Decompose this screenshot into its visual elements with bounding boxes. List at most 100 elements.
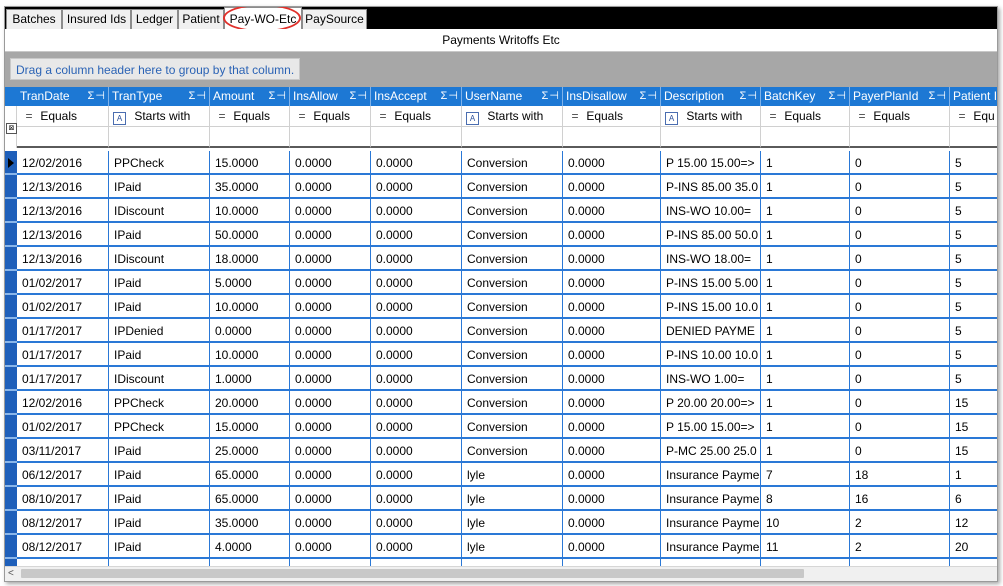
cell-trandate[interactable]: 08/10/2017 — [17, 487, 109, 511]
cell-insdisallow[interactable]: 0.0000 — [563, 463, 661, 487]
cell-insaccept[interactable]: 0.0000 — [371, 535, 462, 559]
cell-insaccept[interactable]: 0.0000 — [371, 295, 462, 319]
cell-trandate[interactable]: 12/02/2016 — [17, 391, 109, 415]
cell-patient-i[interactable]: 20 — [950, 535, 997, 559]
cell-patient-i[interactable]: 15 — [950, 439, 997, 463]
cell-username[interactable]: lyle — [462, 463, 563, 487]
equals-operator-icon[interactable]: = — [954, 106, 970, 126]
cell-insaccept[interactable]: 0.0000 — [371, 487, 462, 511]
column-header-insallow[interactable]: InsAllow Σ ⊣ — [290, 87, 371, 106]
tab-patient[interactable]: Patient — [178, 9, 224, 29]
cell-username[interactable]: lyle — [462, 487, 563, 511]
cell-description[interactable]: P-INS 10.00 10.0 — [661, 343, 761, 367]
cell-trandate[interactable]: 01/17/2017 — [17, 319, 109, 343]
cell-payerplanid[interactable]: 18 — [850, 463, 950, 487]
cell-insaccept[interactable]: 0.0000 — [371, 319, 462, 343]
cell-trandate[interactable]: 12/13/2016 — [17, 199, 109, 223]
summary-pin-icon[interactable]: Σ ⊣ — [640, 87, 657, 106]
cell-payerplanid[interactable]: 0 — [850, 295, 950, 319]
cell-description[interactable]: P 15.00 15.00=> — [661, 415, 761, 439]
filter-value-input[interactable] — [290, 127, 371, 148]
cell-insallow[interactable]: 0.0000 — [290, 151, 371, 175]
starts-with-operator-icon[interactable]: A — [466, 112, 479, 125]
cell-payerplanid[interactable]: 2 — [850, 535, 950, 559]
cell-patient-i[interactable]: 5 — [950, 151, 997, 175]
column-header-trantype[interactable]: TranType Σ ⊣ — [109, 87, 210, 106]
cell-batchkey[interactable]: 1 — [761, 319, 850, 343]
cell-payerplanid[interactable]: 0 — [850, 223, 950, 247]
cell-insallow[interactable]: 0.0000 — [290, 391, 371, 415]
cell-description[interactable]: Insurance Payme — [661, 511, 761, 535]
cell-username[interactable]: Conversion — [462, 439, 563, 463]
cell-username[interactable]: Conversion — [462, 319, 563, 343]
cell-trantype[interactable]: IPaid — [109, 343, 210, 367]
cell-batchkey[interactable]: 1 — [761, 271, 850, 295]
cell-username[interactable]: Conversion — [462, 199, 563, 223]
cell-trantype[interactable]: IPaid — [109, 511, 210, 535]
cell-amount[interactable]: 18.0000 — [210, 247, 290, 271]
cell-trantype[interactable]: IPaid — [109, 487, 210, 511]
cell-insallow[interactable]: 0.0000 — [290, 463, 371, 487]
cell-insdisallow[interactable]: 0.0000 — [563, 511, 661, 535]
column-header-batchkey[interactable]: BatchKey Σ ⊣ — [761, 87, 850, 106]
cell-batchkey[interactable]: 1 — [761, 175, 850, 199]
filter-cell[interactable]: A Starts with — [109, 106, 210, 127]
cell-description[interactable]: P 15.00 15.00=> — [661, 151, 761, 175]
cell-amount[interactable]: 25.0000 — [210, 439, 290, 463]
filter-cell[interactable]: = Equ — [950, 106, 997, 127]
cell-amount[interactable]: 65.0000 — [210, 487, 290, 511]
cell-batchkey[interactable]: 7 — [761, 463, 850, 487]
cell-trantype[interactable]: PPCheck — [109, 151, 210, 175]
cell-patient-i[interactable]: 5 — [950, 367, 997, 391]
cell-insdisallow[interactable]: 0.0000 — [563, 247, 661, 271]
row-selector[interactable] — [5, 535, 17, 559]
cell-payerplanid[interactable]: 0 — [850, 271, 950, 295]
row-selector[interactable] — [5, 295, 17, 319]
cell-description[interactable]: DENIED PAYME — [661, 319, 761, 343]
row-selector[interactable] — [5, 175, 17, 199]
cell-batchkey[interactable]: 1 — [761, 199, 850, 223]
cell-description[interactable]: P-INS 15.00 10.0 — [661, 295, 761, 319]
cell-trantype[interactable]: PPCheck — [109, 415, 210, 439]
cell-insaccept[interactable]: 0.0000 — [371, 343, 462, 367]
equals-operator-icon[interactable]: = — [375, 106, 391, 126]
horizontal-scrollbar[interactable]: < — [5, 566, 997, 581]
table-row[interactable]: 08/12/2017 IPaid 4.0000 0.0000 0.0000 lyle 0.0… — [5, 535, 997, 559]
cell-amount[interactable]: 10.0000 — [210, 199, 290, 223]
cell-payerplanid[interactable]: 0 — [850, 415, 950, 439]
cell-insaccept[interactable]: 0.0000 — [371, 391, 462, 415]
table-row[interactable]: 12/13/2016 IDiscount 18.0000 0.0000 0.0000 Co… — [5, 247, 997, 271]
table-row[interactable]: 01/02/2017 PPCheck 15.0000 0.0000 0.0000 Conv… — [5, 415, 997, 439]
cell-username[interactable]: Conversion — [462, 295, 563, 319]
cell-insallow[interactable]: 0.0000 — [290, 319, 371, 343]
cell-trandate[interactable]: 01/02/2017 — [17, 271, 109, 295]
cell-patient-i[interactable]: 5 — [950, 271, 997, 295]
row-selector[interactable] — [5, 199, 17, 223]
cell-insaccept[interactable]: 0.0000 — [371, 247, 462, 271]
row-selector[interactable] — [5, 391, 17, 415]
cell-insaccept[interactable]: 0.0000 — [371, 511, 462, 535]
column-header-amount[interactable]: Amount Σ ⊣ — [210, 87, 290, 106]
summary-pin-icon[interactable]: Σ ⊣ — [441, 87, 458, 106]
cell-trandate[interactable]: 01/17/2017 — [17, 367, 109, 391]
cell-insdisallow[interactable]: 0.0000 — [563, 295, 661, 319]
cell-username[interactable]: Conversion — [462, 247, 563, 271]
cell-trandate[interactable]: 12/02/2016 — [17, 151, 109, 175]
cell-patient-i[interactable]: 5 — [950, 175, 997, 199]
cell-insaccept[interactable]: 0.0000 — [371, 271, 462, 295]
table-row[interactable]: 12/13/2016 IDiscount 10.0000 0.0000 0.0000 Co… — [5, 199, 997, 223]
cell-patient-i[interactable]: 5 — [950, 295, 997, 319]
cell-amount[interactable]: 15.0000 — [210, 415, 290, 439]
cell-trandate[interactable]: 01/02/2017 — [17, 415, 109, 439]
cell-insdisallow[interactable]: 0.0000 — [563, 343, 661, 367]
cell-amount[interactable]: 35.0000 — [210, 175, 290, 199]
filter-value-input[interactable] — [109, 127, 210, 148]
clear-filter-icon[interactable]: ⊠ — [6, 123, 17, 134]
summary-pin-icon[interactable]: Σ ⊣ — [350, 87, 367, 106]
group-by-area[interactable]: Drag a column header here to group by th… — [5, 52, 997, 87]
cell-batchkey[interactable]: 11 — [761, 535, 850, 559]
filter-cell[interactable]: A Starts with — [661, 106, 761, 127]
cell-payerplanid[interactable]: 0 — [850, 439, 950, 463]
cell-description[interactable]: INS-WO 1.00= — [661, 367, 761, 391]
cell-trantype[interactable]: IPaid — [109, 295, 210, 319]
